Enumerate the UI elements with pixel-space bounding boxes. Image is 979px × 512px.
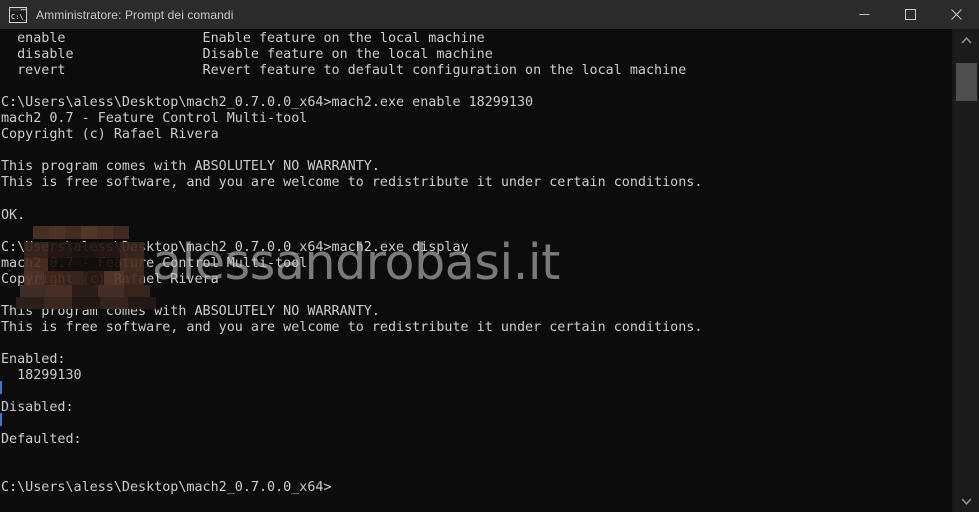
terminal-line: mach2 0.7 - Feature Control Multi-tool	[1, 255, 308, 271]
console-cmd-icon: C:\_	[9, 6, 27, 23]
title-bar[interactable]: C:\_ Amministratore: Prompt dei comandi	[0, 0, 979, 29]
terminal-line: This program comes with ABSOLUTELY NO WA…	[1, 159, 380, 175]
text-caret-sliver-2	[0, 413, 2, 426]
terminal-line: 18299130	[1, 367, 82, 383]
cmd-window: C:\_ Amministratore: Prompt dei comandi …	[0, 0, 979, 512]
console-output-area[interactable]: enable Enable feature on the local machi…	[0, 29, 952, 512]
terminal-line: Defaulted:	[1, 432, 82, 448]
maximize-button[interactable]	[887, 0, 933, 29]
scrollbar-thumb[interactable]	[956, 63, 977, 101]
chevron-down-icon[interactable]	[953, 490, 979, 512]
terminal-line: mach2 0.7 - Feature Control Multi-tool	[1, 111, 308, 127]
chevron-up-icon[interactable]	[953, 29, 979, 51]
terminal-line: OK.	[1, 207, 26, 223]
window-title: Amministratore: Prompt dei comandi	[36, 7, 234, 22]
terminal-line: This is free software, and you are welco…	[1, 175, 703, 191]
terminal-line: Copyright (c) Rafael Rivera	[1, 127, 219, 143]
terminal-line: disable Disable feature on the local mac…	[1, 47, 493, 63]
scrollbar-track[interactable]	[953, 51, 979, 490]
terminal-line: revert Revert feature to default configu…	[1, 63, 687, 79]
terminal-text: enable Enable feature on the local machi…	[0, 29, 702, 496]
terminal-line: Enabled:	[1, 351, 66, 367]
svg-text:C:\_: C:\_	[11, 13, 27, 21]
terminal-line: C:\Users\aless\Desktop\mach2_0.7.0.0_x64…	[1, 480, 332, 496]
terminal-line: Disabled:	[1, 400, 74, 416]
close-button[interactable]	[933, 0, 979, 29]
terminal-line: C:\Users\aless\Desktop\mach2_0.7.0.0_x64…	[1, 239, 469, 255]
minimize-button[interactable]	[841, 0, 887, 29]
text-caret-sliver-1	[0, 381, 2, 394]
terminal-line: enable Enable feature on the local machi…	[1, 31, 485, 46]
vertical-scrollbar[interactable]	[952, 29, 979, 512]
terminal-line: This is free software, and you are welco…	[1, 319, 703, 335]
terminal-line: This program comes with ABSOLUTELY NO WA…	[1, 303, 380, 319]
terminal-line: C:\Users\aless\Desktop\mach2_0.7.0.0_x64…	[1, 95, 534, 111]
window-controls	[841, 0, 979, 29]
terminal-line: Copyright (c) Rafael Rivera	[1, 271, 219, 287]
